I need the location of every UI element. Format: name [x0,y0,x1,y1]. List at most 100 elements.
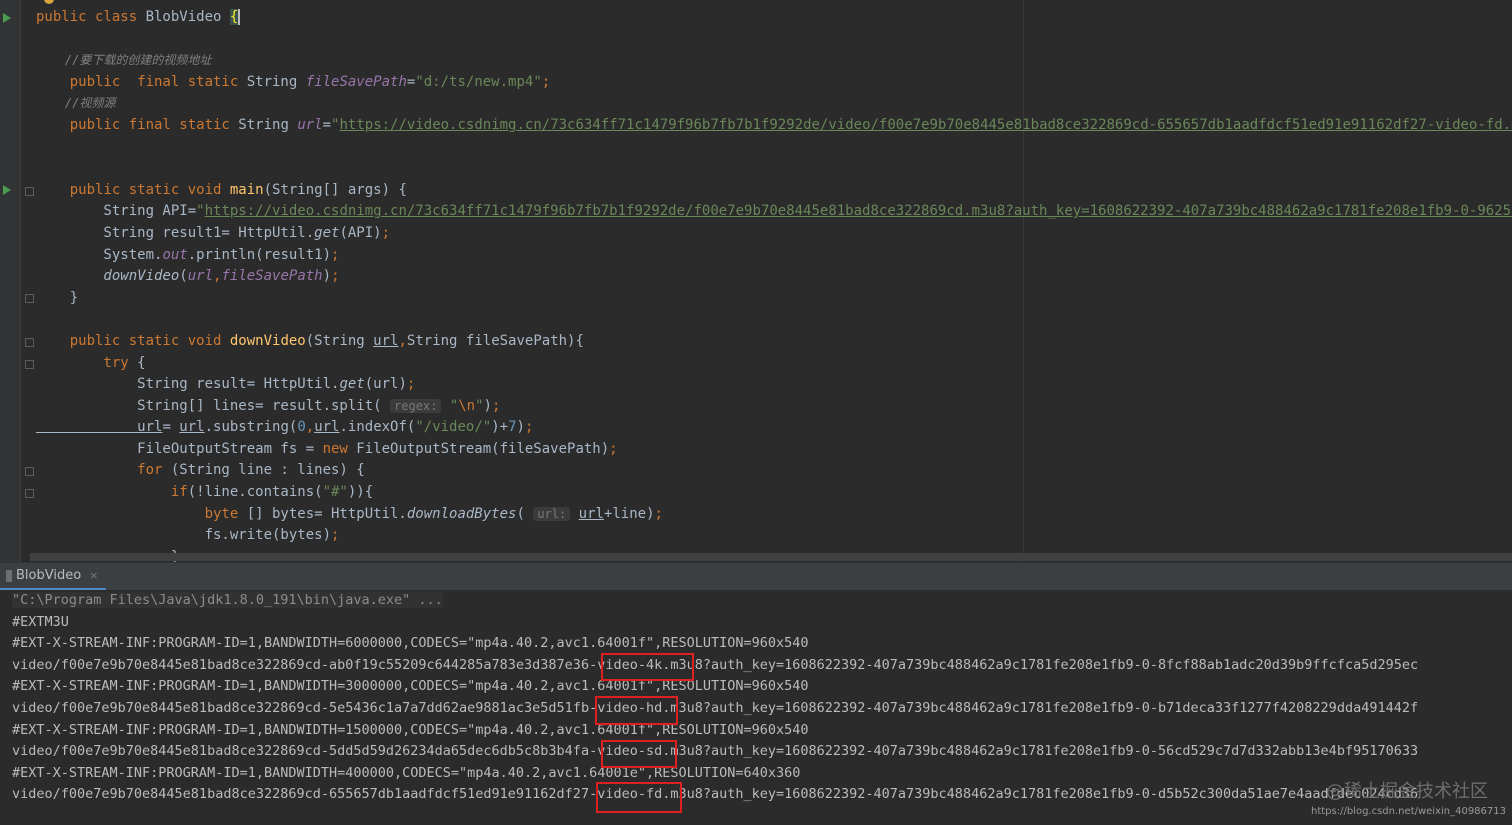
code-line[interactable]: if(!line.contains("#")){ [36,482,1512,504]
code-line[interactable] [36,309,1512,331]
intention-bulb-icon[interactable] [44,0,54,4]
code-token: String result1= HttpUtil. [36,224,315,241]
code-token: url [578,505,604,522]
code-token: public class [36,9,146,25]
code-token: url [297,116,323,133]
run-console[interactable]: "C:\Program Files\Java\jdk1.8.0_191\bin\… [0,590,1512,825]
code-token: ; [331,246,340,263]
code-line[interactable]: //视频源 [36,93,1512,115]
console-command-line: "C:\Program Files\Java\jdk1.8.0_191\bin\… [12,592,443,608]
code-token: { [229,9,239,25]
code-line[interactable]: FileOutputStream fs = new FileOutputStre… [36,439,1512,461]
code-token: if [36,484,188,501]
code-token: fileSavePath [305,73,407,90]
code-token: "d:/ts/new.mp4" [415,73,542,90]
watermark: @稀土掘金技术社区 [1326,781,1488,802]
code-token: try [36,354,138,371]
code-token: String [238,116,298,133]
code-line[interactable]: public final static String url="https://… [36,115,1512,137]
code-line[interactable]: fs.write(bytes); [36,525,1512,547]
console-output-line: #EXT-X-STREAM-INF:PROGRAM-ID=1,BANDWIDTH… [12,764,801,781]
code-token: " [449,397,459,414]
code-line[interactable]: } [36,288,1512,310]
code-line[interactable]: //要下载的创建的视频地址 [36,50,1512,72]
code-line[interactable] [36,137,1512,159]
code-token: String[] lines= result.split( [36,397,391,414]
code-line[interactable]: System.out.println(result1); [36,245,1512,267]
code-token: String [246,73,306,90]
editor-gutter[interactable] [0,0,21,562]
code-line[interactable]: String[] lines= result.split( regex: "\n… [36,396,1512,418]
code-token: get [339,376,365,393]
code-token: "#" [322,484,348,501]
run-tab-blobvideo[interactable]: BlobVideo × [0,563,107,591]
horizontal-scrollbar[interactable] [30,553,1512,561]
code-token: } [36,289,79,306]
code-token: )+ [491,419,509,436]
code-token: (API) [339,224,382,241]
run-main-icon[interactable] [3,185,11,195]
highlight-box-video-4k [601,653,694,681]
code-token: = [162,419,180,436]
code-editor[interactable]: public class BlobVideo { //要下载的创建的视频地址 p… [0,0,1512,562]
fold-icon[interactable] [25,489,34,498]
code-token: ; [331,527,340,544]
code-token: downVideo [229,332,306,349]
code-line[interactable]: url= url.substring(0,url.indexOf("/video… [36,417,1512,439]
code-line[interactable]: String result1= HttpUtil.get(API); [36,223,1512,245]
fold-icon[interactable] [25,294,34,303]
code-token: +line) [603,505,655,522]
code-token: //视频源 [36,96,116,111]
code-token: " [196,203,205,220]
code-token: url: [533,506,571,521]
code-token: https://video.csdnimg.cn/73c634ff71c1479… [204,203,1512,220]
code-token: ( [516,505,534,522]
code-token: https://video.csdnimg.cn/73c634ff71c1479… [339,116,1512,133]
code-line[interactable] [36,29,1512,51]
code-token: (String line : lines) { [170,462,365,479]
fold-icon[interactable] [25,338,34,347]
code-token: ) [516,419,525,436]
code-token: , [305,419,315,436]
code-token: System. [36,246,163,263]
run-class-icon[interactable] [3,13,11,23]
code-token: ( [179,268,188,285]
code-token: public final static [36,73,247,90]
code-line[interactable]: public class BlobVideo { [36,7,1512,29]
code-token: //要下载的创建的视频地址 [36,53,212,68]
code-line[interactable]: public final static String fileSavePath=… [36,72,1512,94]
code-token: { [137,354,146,371]
source-code[interactable]: public class BlobVideo { //要下载的创建的视频地址 p… [36,7,1512,562]
code-token: String fileSavePath){ [406,332,584,349]
code-line[interactable]: downVideo(url,fileSavePath); [36,266,1512,288]
text-caret [238,9,241,25]
code-line[interactable]: try { [36,353,1512,375]
fold-icon[interactable] [25,360,34,369]
code-token: public static void [36,332,230,349]
code-line[interactable]: String API="https://video.csdnimg.cn/73c… [36,201,1512,223]
code-token: get [314,224,340,241]
code-line[interactable]: byte [] bytes= HttpUtil.downloadBytes( u… [36,504,1512,526]
console-output-line: #EXT-X-STREAM-INF:PROGRAM-ID=1,BANDWIDTH… [12,635,809,652]
code-token: ; [406,376,416,393]
code-line[interactable] [36,158,1512,180]
run-config-icon [6,569,12,582]
console-output-line: #EXT-X-STREAM-INF:PROGRAM-ID=1,BANDWIDTH… [12,721,809,738]
code-token: ; [541,73,551,90]
code-line[interactable]: String result= HttpUtil.get(url); [36,374,1512,396]
code-line[interactable]: for (String line : lines) { [36,460,1512,482]
close-icon[interactable]: × [89,569,98,582]
code-line[interactable]: public static void main(String[] args) { [36,180,1512,202]
code-token: ; [609,440,618,457]
code-token: [] bytes= HttpUtil. [246,505,407,522]
code-line[interactable]: public static void downVideo(String url,… [36,331,1512,353]
code-token: \n [458,397,476,414]
console-output-line: video/f00e7e9b70e8445e81bad8ce322869cd-6… [12,786,1419,803]
fold-icon[interactable] [25,467,34,476]
code-token: (url) [364,376,407,393]
code-token: = [322,116,332,133]
console-output-line: video/f00e7e9b70e8445e81bad8ce322869cd-a… [12,656,1419,673]
code-token: url [187,268,214,285]
fold-icon[interactable] [25,187,34,196]
